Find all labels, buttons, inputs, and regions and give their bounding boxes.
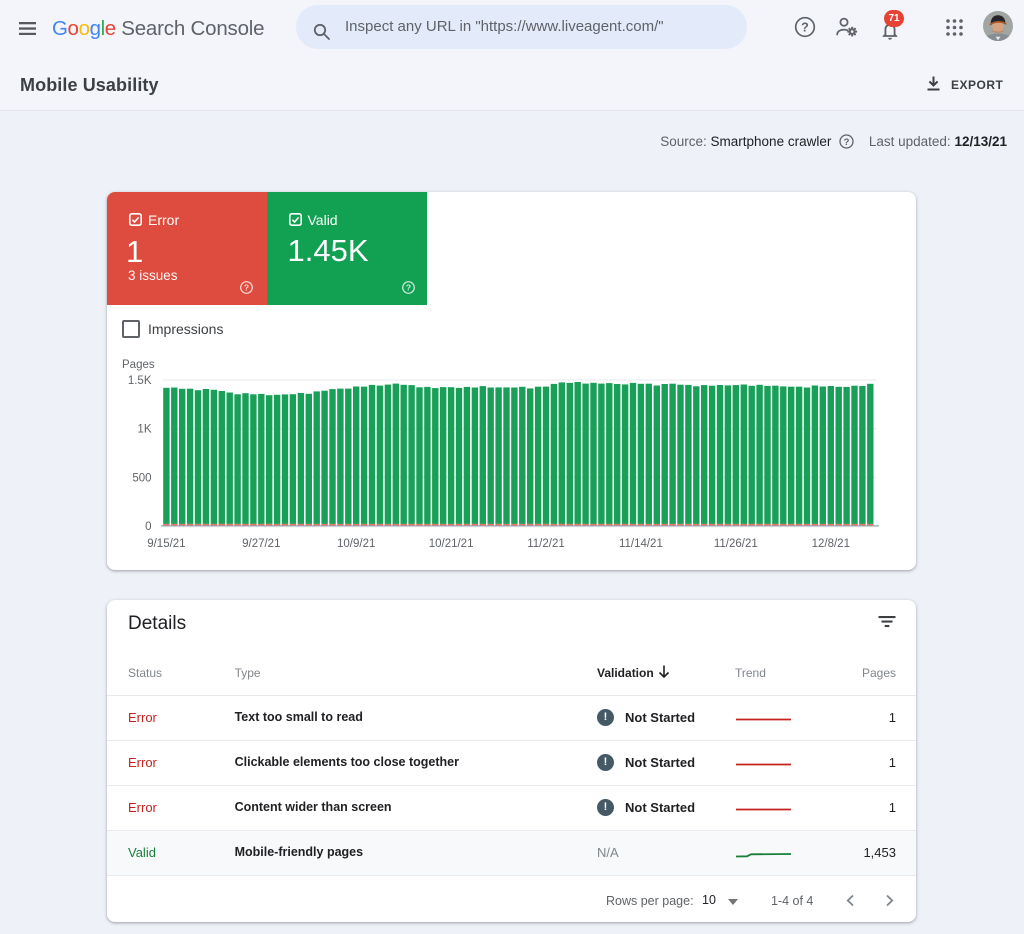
svg-text:10/9/21: 10/9/21 (337, 538, 375, 550)
svg-text:9/27/21: 9/27/21 (242, 538, 280, 550)
svg-text:?: ? (801, 21, 809, 35)
svg-text:11/26/21: 11/26/21 (714, 538, 758, 550)
svg-text:500: 500 (132, 472, 151, 484)
svg-text:?: ? (405, 283, 410, 293)
svg-text:10/21/21: 10/21/21 (429, 538, 474, 550)
svg-text:1.5K: 1.5K (128, 375, 152, 387)
svg-text:0: 0 (145, 521, 151, 533)
svg-text:12/8/21: 12/8/21 (812, 538, 850, 550)
svg-text:11/14/21: 11/14/21 (619, 538, 663, 550)
svg-text:?: ? (244, 283, 249, 293)
svg-text:11/2/21: 11/2/21 (527, 538, 565, 550)
svg-text:Pages: Pages (122, 359, 155, 371)
svg-text:?: ? (843, 137, 849, 148)
svg-text:9/15/21: 9/15/21 (147, 538, 185, 550)
svg-text:1K: 1K (137, 424, 151, 436)
